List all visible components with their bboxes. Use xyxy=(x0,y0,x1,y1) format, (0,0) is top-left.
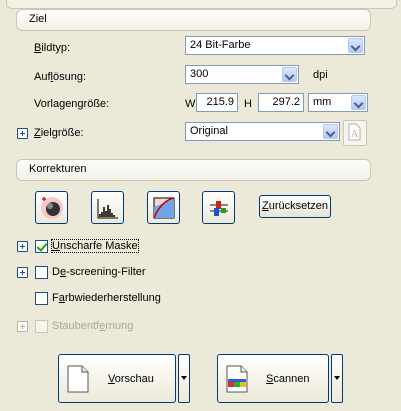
zielgroesse-value: Original xyxy=(190,125,228,137)
height-field[interactable]: 297.2 xyxy=(258,93,304,112)
auto-exposure-icon xyxy=(41,197,63,219)
descreening-checkbox[interactable] xyxy=(35,266,48,279)
histogram-button[interactable] xyxy=(91,191,124,224)
dpi-unit-label: dpi xyxy=(313,69,328,81)
bildtyp-value: 24 Bit-Farbe xyxy=(190,39,251,51)
farbwiederherstellung-checkbox[interactable] xyxy=(35,292,48,305)
unit-select[interactable]: mm xyxy=(308,93,368,112)
korrekturen-section-header: Korrekturen xyxy=(16,159,371,181)
expand-descreening-icon[interactable] xyxy=(17,267,28,278)
tone-curve-button[interactable] xyxy=(147,191,180,224)
scan-page-icon xyxy=(226,365,248,393)
color-balance-icon xyxy=(210,201,228,216)
height-label: H xyxy=(244,98,252,110)
descreening-label[interactable]: De-screening-Filter xyxy=(52,266,146,278)
reset-button[interactable]: Zurücksetzen xyxy=(259,195,331,218)
color-balance-button[interactable] xyxy=(202,191,235,224)
vorlagengroesse-label: Vorlagengröße: xyxy=(34,98,110,110)
svg-text:A: A xyxy=(351,129,359,140)
expand-zielgroesse-icon[interactable] xyxy=(17,128,28,139)
expand-staubentfernung-icon xyxy=(17,321,28,332)
chevron-down-icon[interactable] xyxy=(323,124,338,139)
expand-unscharf-icon[interactable] xyxy=(17,241,28,252)
scan-dropdown-button[interactable] xyxy=(331,354,343,403)
chevron-down-icon[interactable] xyxy=(348,38,363,53)
histogram-icon xyxy=(97,199,118,219)
korrekturen-section-title: Korrekturen xyxy=(29,163,87,175)
auto-exposure-button[interactable] xyxy=(35,191,68,224)
orientation-button[interactable]: A xyxy=(343,120,367,146)
farbwiederherstellung-label[interactable]: Farbwiederherstellung xyxy=(52,292,161,304)
aufloesung-label: Auflösung: xyxy=(34,71,86,83)
preview-dropdown-button[interactable] xyxy=(178,354,190,403)
unscharf-maske-checkbox[interactable] xyxy=(35,240,48,253)
ziel-section-title: Ziel xyxy=(29,13,47,25)
zielgroesse-label: Zielgröße: xyxy=(34,127,84,139)
zielgroesse-select[interactable]: Original xyxy=(185,122,340,141)
unscharf-maske-label[interactable]: Unscharfe Maske xyxy=(51,239,139,253)
staubentfernung-label: Staubentfernung xyxy=(52,320,134,332)
preview-page-icon xyxy=(67,365,89,393)
scan-button[interactable]: Scannen xyxy=(217,354,329,403)
document-orientation-icon: A xyxy=(348,123,361,141)
aufloesung-value: 300 xyxy=(190,68,209,80)
bildtyp-select[interactable]: 24 Bit-Farbe xyxy=(185,36,365,55)
preview-button[interactable]: Vorschau xyxy=(58,354,176,403)
ziel-section-header: Ziel xyxy=(16,9,371,31)
width-field[interactable]: 215.9 xyxy=(196,93,238,112)
aufloesung-select[interactable]: 300 xyxy=(185,65,299,84)
unit-value: mm xyxy=(313,96,332,108)
bildtyp-label: Bildtyp: xyxy=(34,42,71,54)
tone-curve-icon xyxy=(153,197,175,219)
top-panel-edge xyxy=(6,0,397,9)
width-label: W xyxy=(185,98,196,110)
checkmark-icon xyxy=(36,240,48,252)
staubentfernung-checkbox xyxy=(35,320,48,333)
chevron-down-icon[interactable] xyxy=(351,95,366,110)
chevron-down-icon[interactable] xyxy=(282,67,297,82)
